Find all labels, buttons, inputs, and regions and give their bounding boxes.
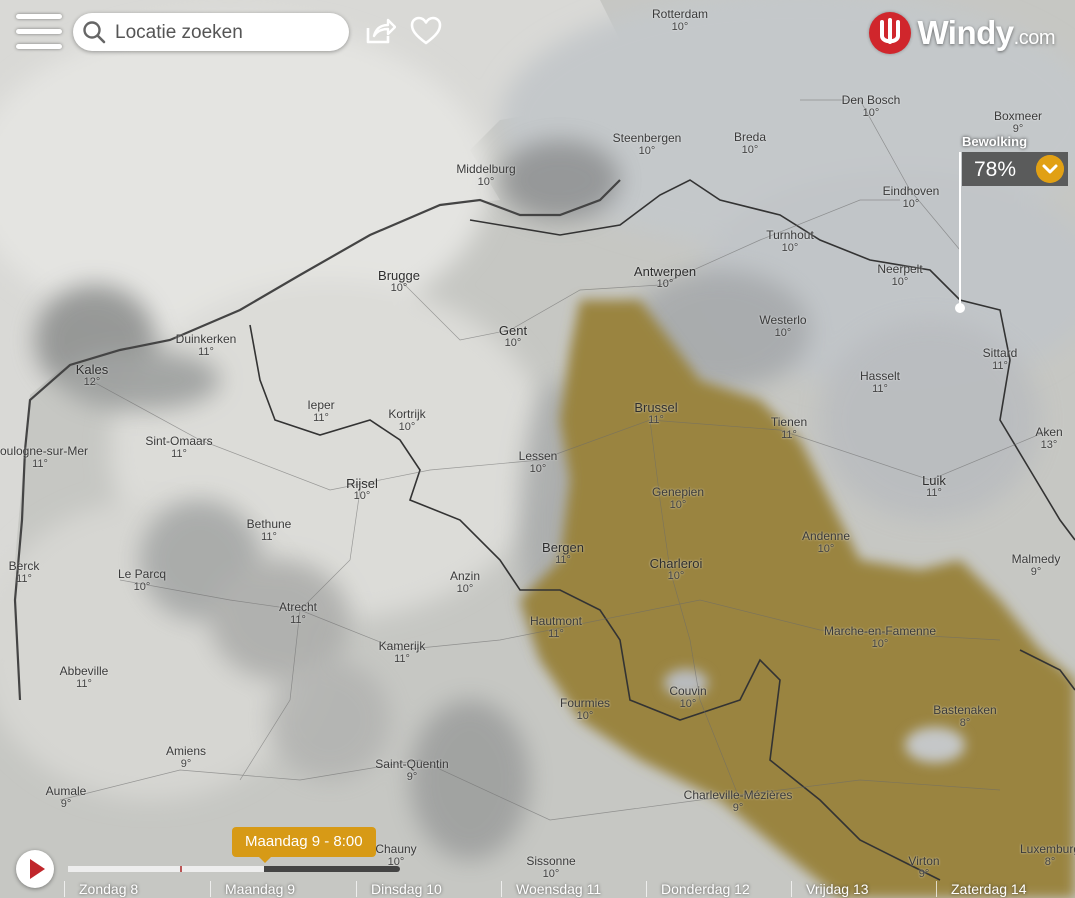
timeline-day[interactable]: Woensdag 11 xyxy=(501,881,646,897)
city-label: Charleroi 10° xyxy=(649,556,703,582)
city-label: Saint-Quentin 9° xyxy=(375,757,449,784)
city-label: Couvin 10° xyxy=(669,684,707,711)
city-label: Gent 10° xyxy=(498,323,528,349)
menu-icon-bar xyxy=(16,14,62,19)
city-label: Boulogne-sur-Mer 11° xyxy=(0,444,89,471)
layer-value-box[interactable]: 78% xyxy=(962,152,1068,186)
city-label: Boxmeer 9° xyxy=(993,109,1043,136)
city-label: Westerlo 10° xyxy=(759,313,807,340)
city-label: Steenbergen 10° xyxy=(612,131,682,158)
city-label: Lessen 10° xyxy=(518,449,558,476)
search-box[interactable] xyxy=(73,13,349,51)
city-label: Virton 9° xyxy=(908,854,940,881)
heart-icon[interactable] xyxy=(409,14,443,48)
city-label: Hasselt 11° xyxy=(859,369,901,396)
city-label: Neerpelt 10° xyxy=(877,262,923,289)
city-label: Sissonne 10° xyxy=(526,854,576,881)
city-label: Malmedy 9° xyxy=(1011,552,1061,579)
city-label: Atrecht 11° xyxy=(278,600,318,627)
city-label: Brussel 11° xyxy=(634,400,678,426)
search-icon xyxy=(83,21,106,44)
play-icon xyxy=(30,859,45,879)
city-label: Kortrijk 10° xyxy=(388,407,426,434)
city-label: Bergen 11° xyxy=(542,540,584,566)
city-label: Kamerijk 11° xyxy=(378,639,426,666)
city-label: Ieper 11° xyxy=(307,398,335,425)
city-label: Turnhout 10° xyxy=(766,228,814,255)
timeline-day[interactable]: Dinsdag 10 xyxy=(356,881,501,897)
city-label: Le Parcq 10° xyxy=(117,567,167,594)
city-label: Sint-Omaars 11° xyxy=(145,434,213,461)
windy-logo-text: Windy.com xyxy=(917,14,1055,51)
timeline-now-marker xyxy=(180,866,182,872)
city-label: Tienen 11° xyxy=(770,415,808,442)
menu-icon-bar xyxy=(16,44,62,49)
menu-icon-bar xyxy=(16,29,62,34)
city-label: Den Bosch 10° xyxy=(841,93,901,120)
timeline-day[interactable]: Maandag 9 xyxy=(210,881,355,897)
city-label: Andenne 10° xyxy=(801,529,851,556)
city-label: Fourmies 10° xyxy=(559,696,611,723)
city-label: Luxemburg 8° xyxy=(1019,842,1075,869)
timeline-progress xyxy=(68,866,264,872)
city-label: Duinkerken 11° xyxy=(175,332,237,359)
windy-logo-icon xyxy=(869,12,912,54)
timeline-track[interactable] xyxy=(68,866,400,872)
timeline-days: Zondag 8 Maandag 9 Dinsdag 10 Woensdag 1… xyxy=(64,880,1075,898)
city-label: Berck 11° xyxy=(8,559,40,586)
city-label: Amiens 9° xyxy=(165,744,207,771)
city-label: Anzin 10° xyxy=(449,569,481,596)
timeline-day[interactable]: Zaterdag 14 xyxy=(936,881,1075,897)
timeline-day[interactable]: Zondag 8 xyxy=(64,881,209,897)
timeline-day[interactable]: Vrijdag 13 xyxy=(791,881,936,897)
timeline-remaining xyxy=(263,866,400,872)
timeline-day[interactable]: Donderdag 12 xyxy=(646,881,791,897)
city-label: Brugge 10° xyxy=(378,268,420,294)
search-input[interactable] xyxy=(113,19,337,47)
city-label: Bastenaken 8° xyxy=(933,703,997,730)
city-label: Rotterdam 10° xyxy=(651,7,709,34)
layer-picker-stem xyxy=(959,152,961,306)
layer-name: Bewolking xyxy=(962,134,1028,149)
menu-button[interactable] xyxy=(16,14,62,50)
city-label: Antwerpen 10° xyxy=(633,264,697,290)
city-label: Sittard 11° xyxy=(982,346,1018,373)
timeline-current-time[interactable]: Maandag 9 - 8:00 xyxy=(232,827,376,863)
layer-picker-handle[interactable] xyxy=(955,303,965,313)
windy-logo[interactable]: Windy.com xyxy=(869,11,1056,55)
city-label: Luik 11° xyxy=(922,473,946,499)
city-label: Bethune 11° xyxy=(246,517,292,544)
layer-value: 78% xyxy=(974,158,1017,181)
city-label: Charleville-Mézières 9° xyxy=(683,788,793,815)
city-label: Hautmont 11° xyxy=(529,614,583,641)
city-label: Aumale 9° xyxy=(45,784,87,811)
city-label: Abbeville 11° xyxy=(59,664,109,691)
city-label: Rijsel 10° xyxy=(346,476,378,502)
city-label: Marche-en-Famenne 10° xyxy=(823,624,937,651)
city-label: Aken 13° xyxy=(1035,425,1063,452)
share-icon[interactable] xyxy=(362,14,396,48)
city-label: Genepien 10° xyxy=(651,485,705,512)
play-button[interactable] xyxy=(16,850,54,888)
city-label: Middelburg 10° xyxy=(456,162,516,189)
city-label: Eindhoven 10° xyxy=(882,184,940,211)
city-label: Breda 10° xyxy=(733,130,767,157)
city-label: Kales 12° xyxy=(75,362,109,388)
chevron-down-icon[interactable] xyxy=(1036,155,1064,183)
